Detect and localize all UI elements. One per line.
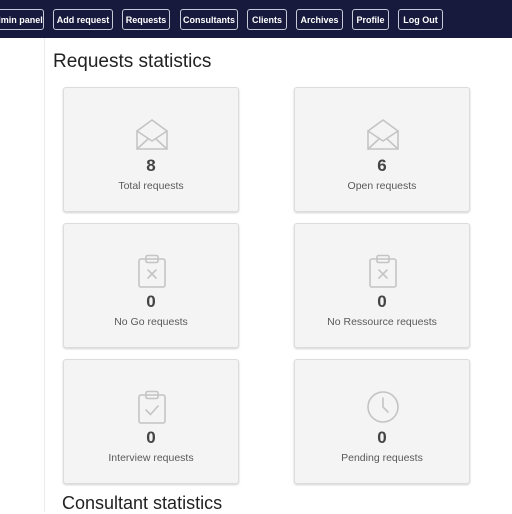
stat-label: Open requests <box>347 180 417 192</box>
nav-requests-button[interactable]: Requests <box>122 9 170 30</box>
stat-label: No Go requests <box>114 316 188 328</box>
envelope-open-icon <box>367 119 399 150</box>
nav-logout-button[interactable]: Log Out <box>398 9 443 30</box>
stat-value: 0 <box>377 428 387 447</box>
nav-archives-button[interactable]: Archives <box>296 9 343 30</box>
stat-card-open-requests: 6 Open requests <box>294 87 470 212</box>
stat-value: 0 <box>146 292 156 311</box>
envelope-open-icon <box>136 119 168 150</box>
stat-value: 6 <box>377 156 387 175</box>
page-title: Requests statistics <box>53 51 212 72</box>
clock-icon <box>367 391 399 423</box>
clipboard-x-icon <box>138 254 166 288</box>
stat-label: Interview requests <box>108 452 194 464</box>
stat-label: Pending requests <box>341 452 423 464</box>
nav-add-request-button[interactable]: Add request <box>53 9 113 30</box>
stat-card-no-ressource-requests: 0 No Ressource requests <box>294 223 470 348</box>
clipboard-x-icon <box>369 254 397 288</box>
stat-card-no-go-requests: 0 No Go requests <box>63 223 239 348</box>
stat-label: Total requests <box>118 180 184 192</box>
stat-card-total-requests: 8 Total requests <box>63 87 239 212</box>
sidebar-divider <box>44 38 45 512</box>
nav-admin-panel-button[interactable]: dmin panel <box>0 9 44 30</box>
clipboard-check-icon <box>138 390 166 424</box>
stat-label: No Ressource requests <box>327 316 437 328</box>
nav-consultants-button[interactable]: Consultants <box>180 9 238 30</box>
stat-value: 0 <box>146 428 156 447</box>
nav-clients-button[interactable]: Clients <box>247 9 287 30</box>
stat-card-interview-requests: 0 Interview requests <box>63 359 239 484</box>
stat-value: 8 <box>146 156 156 175</box>
stat-value: 0 <box>377 292 387 311</box>
nav-profile-button[interactable]: Profile <box>352 9 389 30</box>
consultant-statistics-title: Consultant statistics <box>62 493 223 513</box>
stat-card-pending-requests: 0 Pending requests <box>294 359 470 484</box>
top-navbar: dmin panel Add request Requests Consulta… <box>0 0 512 38</box>
